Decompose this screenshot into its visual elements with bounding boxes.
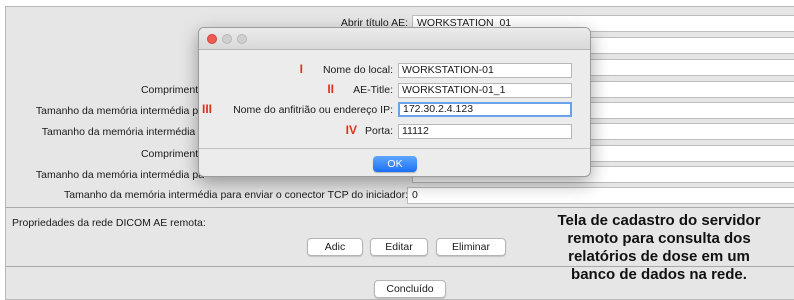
host-ip-label: Nome do anfitrião ou endereço IP: xyxy=(233,104,393,116)
zoom-window-icon[interactable] xyxy=(237,34,247,44)
buffer-size-label-2: Tamanho da memória intermédia p xyxy=(41,126,204,138)
minimize-window-icon[interactable] xyxy=(222,34,232,44)
ae-title-label: AE-Title: xyxy=(353,84,393,96)
port-row: IV Porta: 11112 xyxy=(199,123,590,141)
remote-ae-section-label: Propriedades da rede DICOM AE remota: xyxy=(12,217,206,229)
site-name-row: I Nome do local: WORKSTATION-01 xyxy=(199,62,590,80)
port-field[interactable]: 11112 xyxy=(398,124,572,139)
ok-button[interactable]: OK xyxy=(373,156,417,172)
remote-server-dialog: I Nome do local: WORKSTATION-01 II AE-Ti… xyxy=(198,27,591,177)
buffer-size-label-1: Tamanho da memória intermédia pa xyxy=(35,105,204,117)
figure-caption: Tela de cadastro do servidor remoto para… xyxy=(557,212,761,283)
ae-title-field[interactable]: WORKSTATION-01_1 xyxy=(398,83,572,98)
dialog-titlebar xyxy=(199,28,590,50)
site-name-label: Nome do local: xyxy=(322,64,393,76)
marker-ii: II xyxy=(327,82,334,96)
done-button[interactable]: Concluído xyxy=(374,280,446,298)
pdu-length-label-1: Comprimento xyxy=(140,84,204,96)
marker-iii: III xyxy=(202,102,213,116)
host-ip-field[interactable]: 172.30.2.4.123 xyxy=(398,102,572,117)
marker-i: I xyxy=(299,62,303,76)
ae-title-row: II AE-Title: WORKSTATION-01_1 xyxy=(199,82,590,100)
section-divider xyxy=(6,207,794,208)
marker-iv: IV xyxy=(345,123,357,137)
delete-button[interactable]: Eliminar xyxy=(436,238,506,256)
dialog-divider xyxy=(199,148,590,149)
tcp-send-buffer-field[interactable]: 0 xyxy=(407,187,794,204)
buffer-size-label-3: Tamanho da memória intermédia pa xyxy=(35,169,204,181)
pdu-length-label-2: Comprimento xyxy=(140,148,204,160)
close-window-icon[interactable] xyxy=(207,34,217,44)
add-button[interactable]: Adic xyxy=(307,238,363,256)
edit-button[interactable]: Editar xyxy=(370,238,428,256)
host-ip-row: III Nome do anfitrião ou endereço IP: 17… xyxy=(199,102,590,120)
site-name-field[interactable]: WORKSTATION-01 xyxy=(398,63,572,78)
tcp-send-buffer-label: Tamanho da memória intermédia para envia… xyxy=(64,189,408,201)
port-label: Porta: xyxy=(364,125,393,137)
